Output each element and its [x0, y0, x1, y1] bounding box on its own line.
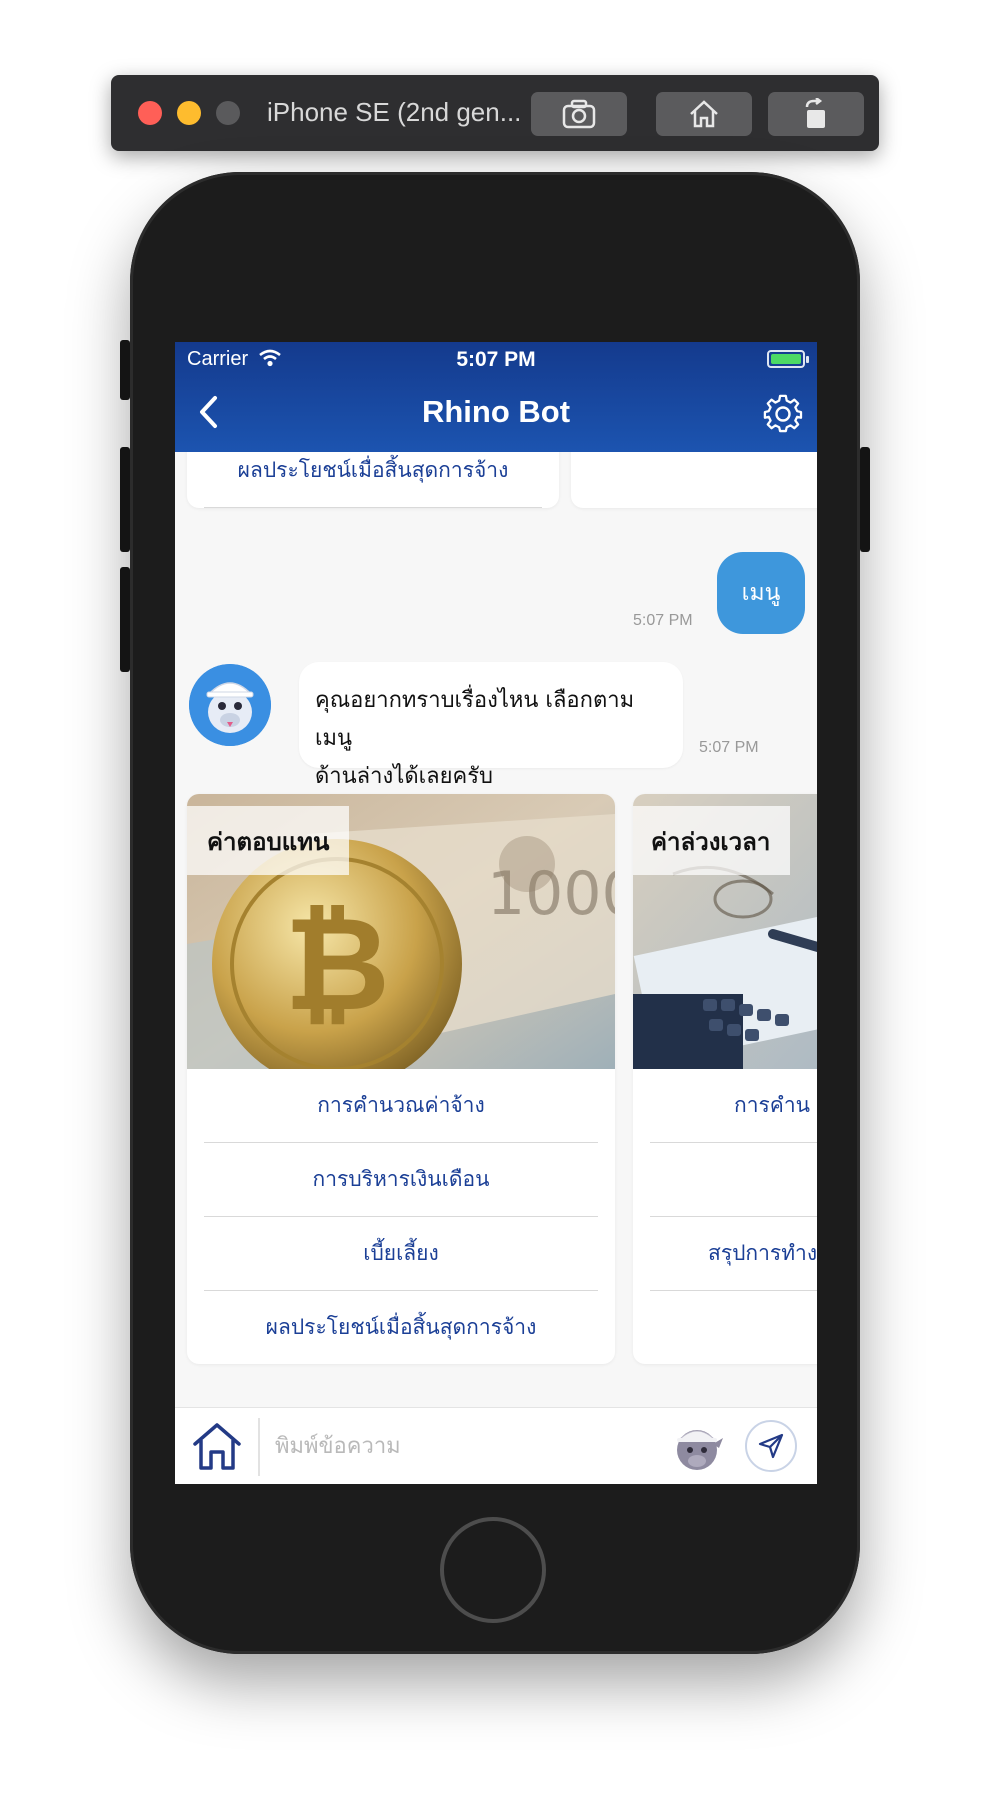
- rhino-sticker-button[interactable]: [669, 1418, 725, 1478]
- card-title: ค่าล่วงเวลา: [633, 806, 791, 875]
- home-icon: [690, 100, 718, 128]
- menu-item[interactable]: การบริหารเงินเดือน: [204, 1143, 598, 1217]
- gear-icon: [763, 394, 803, 433]
- user-message-time: 5:07 PM: [633, 612, 693, 629]
- rotate-icon: [805, 98, 825, 128]
- menu-card-overtime: ค่าล่วงเวลา การคำน สรุปการทำง: [633, 794, 817, 1364]
- menu-item[interactable]: การคำน: [650, 1069, 817, 1143]
- screenshot-icon: [562, 99, 596, 129]
- simulator-title: iPhone SE (2nd gen...: [267, 97, 522, 127]
- rhino-icon: [677, 1430, 723, 1470]
- volume-up-button[interactable]: [120, 447, 130, 552]
- send-button[interactable]: [745, 1420, 797, 1472]
- settings-button[interactable]: [763, 394, 803, 438]
- rotate-button[interactable]: [768, 92, 864, 136]
- previous-card-menu-item[interactable]: ผลประโยชน์เมื่อสิ้นสุดการจ้าง: [204, 452, 542, 508]
- home-simulator-button[interactable]: [656, 92, 752, 136]
- menu-item[interactable]: เบี้ยเลี้ยง: [204, 1217, 598, 1291]
- user-message-bubble: เมนู: [717, 552, 805, 634]
- zoom-window-button[interactable]: [216, 101, 240, 125]
- input-divider: [258, 1418, 260, 1476]
- simulator-toolbar: iPhone SE (2nd gen...: [111, 75, 879, 151]
- previous-card: ผลประโยชน์เมื่อสิ้นสุดการจ้าง: [187, 452, 559, 508]
- menu-item[interactable]: การคำนวณค่าจ้าง: [204, 1069, 598, 1143]
- app-screen: Carrier 5:07 PM Rhino Bot ผลประโยชน์เมื่…: [175, 342, 817, 1484]
- card-image-coin: 1000 ₿ ค่าตอบแทน: [187, 794, 615, 1069]
- bot-message-line2: ด้านล่างได้เลยครับ: [315, 764, 493, 789]
- power-button[interactable]: [860, 447, 870, 552]
- message-input[interactable]: [275, 1424, 635, 1468]
- menu-item[interactable]: [650, 1291, 817, 1364]
- message-input-bar: [175, 1407, 817, 1484]
- minimize-window-button[interactable]: [177, 101, 201, 125]
- bot-message-bubble: คุณอยากทราบเรื่องไหน เลือกตามเมนู ด้านล่…: [299, 662, 683, 789]
- app-header: Carrier 5:07 PM Rhino Bot: [175, 342, 817, 452]
- menu-card-compensation: 1000 ₿ ค่าตอบแทน การคำนวณค่าจ้าง การบริห…: [187, 794, 615, 1364]
- previous-card-2: [571, 452, 817, 508]
- card-title: ค่าตอบแทน: [187, 806, 350, 875]
- svg-text:₿: ₿: [284, 888, 390, 1040]
- rhino-mascot-icon: [189, 664, 271, 746]
- send-icon: [758, 1433, 784, 1459]
- home-menu-button[interactable]: [191, 1420, 243, 1476]
- volume-down-button[interactable]: [120, 567, 130, 672]
- card-image-desk: ค่าล่วงเวลา: [633, 794, 817, 1069]
- bot-message-time: 5:07 PM: [699, 739, 759, 756]
- bot-message-line1: คุณอยากทราบเรื่องไหน เลือกตามเมนู: [315, 688, 635, 751]
- mute-switch[interactable]: [120, 340, 130, 400]
- chat-area[interactable]: ผลประโยชน์เมื่อสิ้นสุดการจ้าง เมนู 5:07 …: [175, 452, 817, 1407]
- battery-icon: [767, 350, 809, 368]
- status-time: 5:07 PM: [456, 348, 536, 371]
- screenshot-button[interactable]: [531, 92, 627, 136]
- close-window-button[interactable]: [138, 101, 162, 125]
- device-home-button[interactable]: [440, 1517, 546, 1623]
- bot-avatar: [189, 664, 271, 746]
- home-icon: [193, 1423, 241, 1470]
- menu-item[interactable]: ผลประโยชน์เมื่อสิ้นสุดการจ้าง: [204, 1291, 598, 1364]
- menu-item[interactable]: [650, 1143, 817, 1217]
- page-title: Rhino Bot: [421, 394, 571, 429]
- menu-item[interactable]: สรุปการทำง: [650, 1217, 817, 1291]
